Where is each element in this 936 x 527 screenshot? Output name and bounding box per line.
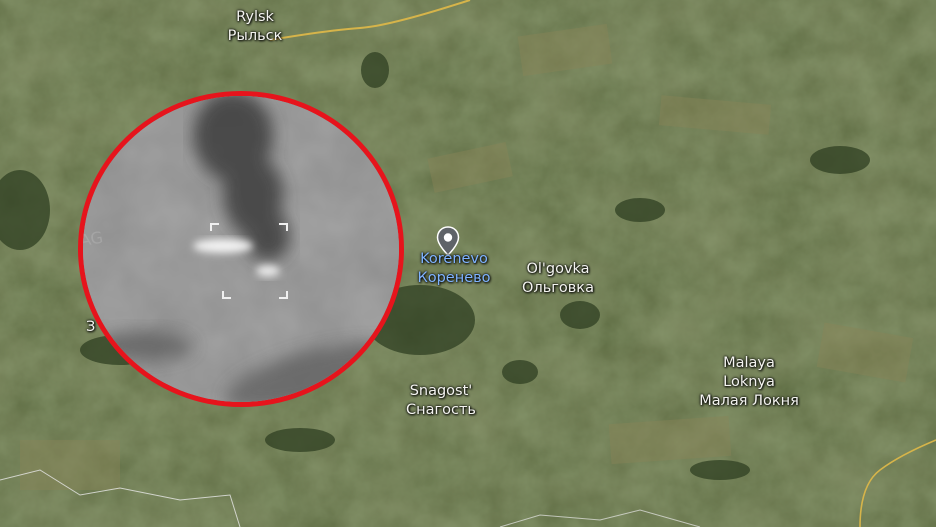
place-name-cyrillic: Снагость — [406, 402, 476, 418]
place-name-latin: Korenevo — [420, 251, 488, 267]
place-name-cyrillic: Малая Локня — [699, 393, 799, 409]
drone-footage-image: AG — [83, 96, 399, 402]
place-name-latin: Ol'govka — [526, 261, 590, 277]
place-name-latin-line1: Malaya — [723, 355, 775, 371]
place-name-cyrillic: Рыльск — [227, 28, 283, 44]
place-name-latin-line2: Loknya — [723, 374, 775, 390]
satellite-map[interactable]: Rylsk Рыльск Korenevo Коренево Ol'govka … — [0, 0, 936, 527]
place-label-snagost[interactable]: Snagost' Снагость — [396, 382, 486, 420]
place-name-cyrillic: Ольговка — [522, 280, 594, 296]
place-name-latin: Snagost' — [409, 383, 473, 399]
drone-footage-inset: AG — [78, 91, 404, 407]
place-name-cyrillic: Коренево — [417, 270, 491, 286]
place-label-rylsk[interactable]: Rylsk Рыльск — [214, 8, 296, 46]
place-label-korenevo[interactable]: Korenevo Коренево — [404, 250, 504, 288]
place-name-latin: Rylsk — [236, 9, 274, 25]
place-label-malaya-loknya[interactable]: Malaya Loknya Малая Локня — [688, 354, 810, 411]
place-label-olgovka[interactable]: Ol'govka Ольговка — [508, 260, 608, 298]
